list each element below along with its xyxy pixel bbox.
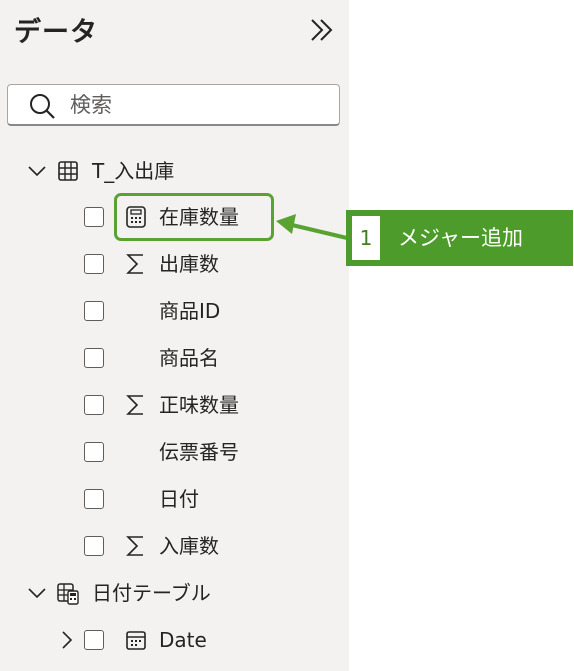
table-name: T_入出庫 <box>92 159 175 183</box>
field-checkbox[interactable] <box>84 536 104 556</box>
double-chevron-right-icon <box>311 19 333 41</box>
field-checkbox[interactable] <box>84 348 104 368</box>
field-row-denpyo-bango[interactable]: 伝票番号 <box>0 434 349 470</box>
field-checkbox[interactable] <box>84 442 104 462</box>
field-row-shukko-su[interactable]: 出庫数 <box>0 246 349 282</box>
field-label: 出庫数 <box>159 252 219 276</box>
field-row-shohin-id[interactable]: 商品ID <box>0 293 349 329</box>
field-label: Date <box>159 628 207 652</box>
field-checkbox[interactable] <box>84 207 104 227</box>
sigma-icon <box>126 254 143 274</box>
field-row-shomi-suryo[interactable]: 正味数量 <box>0 387 349 423</box>
field-label: 伝票番号 <box>159 440 239 464</box>
field-checkbox[interactable] <box>84 395 104 415</box>
sigma-icon <box>126 536 143 556</box>
field-checkbox[interactable] <box>84 301 104 321</box>
table-icon <box>58 161 78 181</box>
chevron-right-icon[interactable] <box>56 629 78 651</box>
field-checkbox[interactable] <box>84 630 104 650</box>
field-label: 商品名 <box>159 346 219 370</box>
field-label: 商品ID <box>159 299 221 323</box>
chevron-down-icon[interactable] <box>26 582 48 604</box>
table-name: 日付テーブル <box>92 581 211 605</box>
table-row-t-nyushukko[interactable]: T_入出庫 <box>0 153 349 189</box>
field-row-date[interactable]: Date <box>0 622 349 658</box>
field-label: 日付 <box>159 487 199 511</box>
annotation-callout: 1 メジャー追加 <box>346 210 573 266</box>
search-icon <box>30 94 55 119</box>
field-row-hizuke[interactable]: 日付 <box>0 481 349 517</box>
calendar-icon <box>126 631 146 650</box>
field-row-shohin-mei[interactable]: 商品名 <box>0 340 349 376</box>
field-row-nyuko-su[interactable]: 入庫数 <box>0 528 349 564</box>
field-label: 正味数量 <box>159 393 239 417</box>
data-pane: データ T_入出庫 <box>0 0 349 671</box>
annotation-number: 1 <box>352 216 380 260</box>
table-row-hizuke-table[interactable]: 日付テーブル <box>0 575 349 611</box>
field-checkbox[interactable] <box>84 489 104 509</box>
annotation-text: メジャー追加 <box>398 226 523 250</box>
calculated-table-icon <box>57 583 79 605</box>
pane-title: データ <box>14 17 98 48</box>
field-checkbox[interactable] <box>84 254 104 274</box>
sigma-icon <box>126 395 143 415</box>
search-input[interactable] <box>70 91 330 119</box>
chevron-down-icon[interactable] <box>26 160 48 182</box>
collapse-pane-button[interactable] <box>306 14 338 46</box>
highlight-box <box>114 193 274 241</box>
search-box[interactable] <box>7 84 340 126</box>
field-label: 入庫数 <box>159 534 219 558</box>
